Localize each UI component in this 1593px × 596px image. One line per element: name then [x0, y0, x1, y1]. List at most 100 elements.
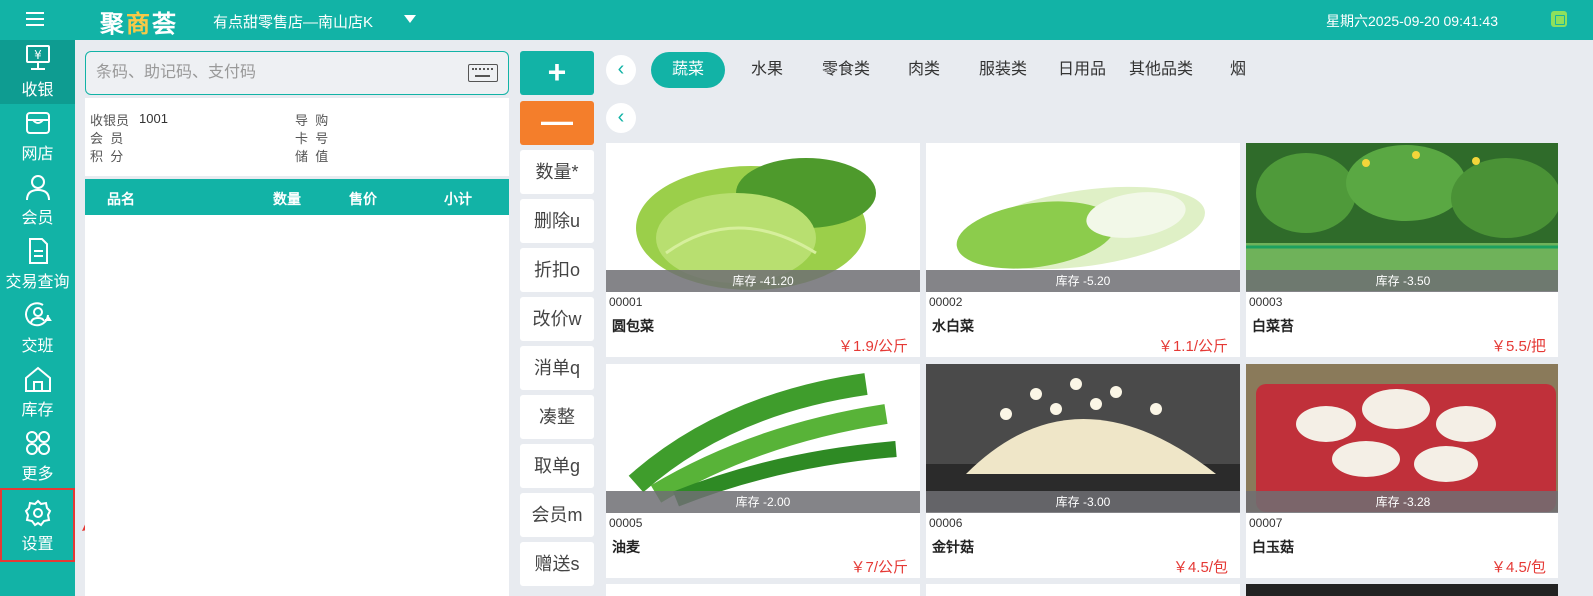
- product-card[interactable]: 库存 -3.00 00006 金针菇 ￥4.5/包: [926, 364, 1240, 578]
- product-card[interactable]: 库存 -3.50 00003 白菜苔 ￥5.5/把: [1246, 143, 1558, 357]
- cart-table-header: 品名 数量 售价 小计: [85, 179, 509, 215]
- chevron-down-icon[interactable]: [404, 15, 416, 23]
- action-buttons: + — 数量* 删除u 折扣o 改价w 消单q 凑整 取单g 会员m 赠送s: [519, 40, 595, 596]
- order-panel: 收银员 1001 导 购 会 员 卡 号 积 分 储 值 品名 数量 售价 小计: [85, 40, 511, 596]
- product-name: 金针菇: [932, 539, 974, 555]
- product-name: 白玉菇: [1252, 539, 1294, 555]
- subtract-button[interactable]: —: [520, 101, 594, 145]
- product-name: 圆包菜: [612, 318, 654, 334]
- product-code: 00001: [609, 295, 643, 309]
- product-card[interactable]: 库存 -5.20 00002 水白菜 ￥1.1/公斤: [926, 143, 1240, 357]
- stock-label: 库存 -41.20: [606, 270, 920, 292]
- cashier-label: 收银员: [90, 113, 130, 128]
- product-name: 白菜苔: [1252, 318, 1294, 334]
- tab-tobacco[interactable]: 烟: [1225, 52, 1251, 88]
- product-code: 00006: [929, 516, 963, 530]
- member-label: 会 员: [90, 131, 124, 146]
- search-input[interactable]: [86, 52, 446, 94]
- product-card[interactable]: 库存 -2.00 00005 油麦 ￥7/公斤: [606, 364, 920, 578]
- gift-button[interactable]: 赠送s: [520, 542, 594, 586]
- store-name[interactable]: 有点甜零售店—南山店K: [213, 11, 373, 32]
- product-image: [926, 143, 1240, 291]
- sidebar-item-more[interactable]: 更多: [0, 424, 75, 488]
- gear-icon: [24, 499, 51, 527]
- store-icon: [25, 112, 50, 134]
- product-card[interactable]: [926, 584, 1240, 596]
- category-bar: ‹ 蔬菜 水果 零食类 肉类 服装类 日用品 其他品类 烟 ‹: [605, 40, 1593, 140]
- product-card[interactable]: 库存 -3.28 00007 白玉菇 ￥4.5/包: [1246, 364, 1558, 578]
- sidebar-item-label: 设置: [21, 536, 54, 553]
- add-button[interactable]: +: [520, 51, 594, 95]
- sidebar-item-member[interactable]: 会员: [0, 168, 75, 232]
- menu-icon[interactable]: [26, 12, 44, 28]
- order-info: 收银员 1001 导 购 会 员 卡 号 积 分 储 值: [85, 98, 509, 176]
- sidebar-item-cashier[interactable]: ¥ 收银: [0, 40, 75, 104]
- change-price-button[interactable]: 改价w: [520, 297, 594, 341]
- stock-label: 库存 -3.28: [1246, 491, 1558, 513]
- cashier-icon: ¥: [25, 45, 50, 70]
- column-header: 品名: [107, 191, 135, 207]
- product-image: [606, 364, 920, 512]
- shift-icon: [24, 302, 52, 327]
- product-card[interactable]: [606, 584, 920, 596]
- sidebar-item-shift[interactable]: 交班: [0, 296, 75, 360]
- member-button[interactable]: 会员m: [520, 493, 594, 537]
- sidebar-item-inventory[interactable]: 库存: [0, 360, 75, 424]
- product-name: 水白菜: [932, 318, 974, 334]
- top-bar: 聚商荟 有点甜零售店—南山店K 星期六2025-09-20 09:41:43: [0, 0, 1593, 40]
- stock-label: 库存 -2.00: [606, 491, 920, 513]
- sidebar: ¥ 收银 网店 会员 交易查询 交班 库存 更多 设置: [0, 40, 75, 596]
- product-price: ￥7/公斤: [850, 559, 908, 576]
- product-image: [1246, 143, 1558, 291]
- sidebar-item-label: 库存: [21, 402, 54, 419]
- stock-label: 库存 -5.20: [926, 270, 1240, 292]
- tab-daily-goods[interactable]: 日用品: [1055, 52, 1109, 88]
- column-header: 数量: [273, 191, 301, 207]
- retrieve-order-button[interactable]: 取单g: [520, 444, 594, 488]
- document-icon: [28, 238, 48, 264]
- tab-other[interactable]: 其他品类: [1127, 52, 1195, 88]
- product-card[interactable]: 库存 -41.20 00001 圆包菜 ￥1.9/公斤: [606, 143, 920, 357]
- quantity-button[interactable]: 数量*: [520, 150, 594, 194]
- svg-text:¥: ¥: [34, 48, 42, 62]
- column-header: 售价: [349, 191, 377, 207]
- product-image: [606, 143, 920, 291]
- chevron-left-icon[interactable]: ‹: [606, 103, 636, 133]
- column-header: 小计: [444, 191, 472, 207]
- product-price: ￥1.9/公斤: [837, 338, 908, 355]
- grid-icon: [25, 431, 50, 455]
- sidebar-item-webstore[interactable]: 网店: [0, 104, 75, 168]
- delete-button[interactable]: 删除u: [520, 199, 594, 243]
- sidebar-item-label: 更多: [21, 466, 54, 483]
- tab-snacks[interactable]: 零食类: [815, 52, 877, 88]
- tab-meat[interactable]: 肉类: [901, 52, 947, 88]
- tab-clothing[interactable]: 服装类: [972, 52, 1034, 88]
- discount-button[interactable]: 折扣o: [520, 248, 594, 292]
- chevron-left-icon[interactable]: ‹: [606, 55, 636, 85]
- keyboard-icon[interactable]: [468, 64, 498, 82]
- product-price: ￥1.1/公斤: [1157, 338, 1228, 355]
- battery-icon: [1551, 11, 1567, 27]
- product-price: ￥5.5/把: [1490, 338, 1546, 355]
- tab-vegetables[interactable]: 蔬菜: [651, 52, 725, 88]
- sidebar-item-settings[interactable]: 设置: [0, 488, 75, 562]
- sidebar-item-label: 网店: [21, 146, 54, 163]
- cart-list[interactable]: [85, 215, 509, 596]
- product-name: 油麦: [612, 539, 640, 555]
- product-code: 00002: [929, 295, 963, 309]
- app-logo: 聚商荟: [100, 10, 178, 38]
- product-image: [1246, 364, 1558, 512]
- cancel-order-button[interactable]: 消单q: [520, 346, 594, 390]
- stock-label: 库存 -3.50: [1246, 270, 1558, 292]
- tab-fruit[interactable]: 水果: [742, 52, 792, 88]
- round-off-button[interactable]: 凑整: [520, 395, 594, 439]
- sidebar-item-transactions[interactable]: 交易查询: [0, 232, 75, 296]
- product-card[interactable]: [1246, 584, 1558, 596]
- stock-label: 库存 -3.00: [926, 491, 1240, 513]
- search-box: [85, 51, 509, 95]
- card-label: 卡 号: [295, 131, 329, 146]
- product-code: 00005: [609, 516, 643, 530]
- product-price: ￥4.5/包: [1172, 559, 1228, 576]
- user-icon: [25, 175, 50, 201]
- sidebar-item-label: 交班: [21, 338, 54, 355]
